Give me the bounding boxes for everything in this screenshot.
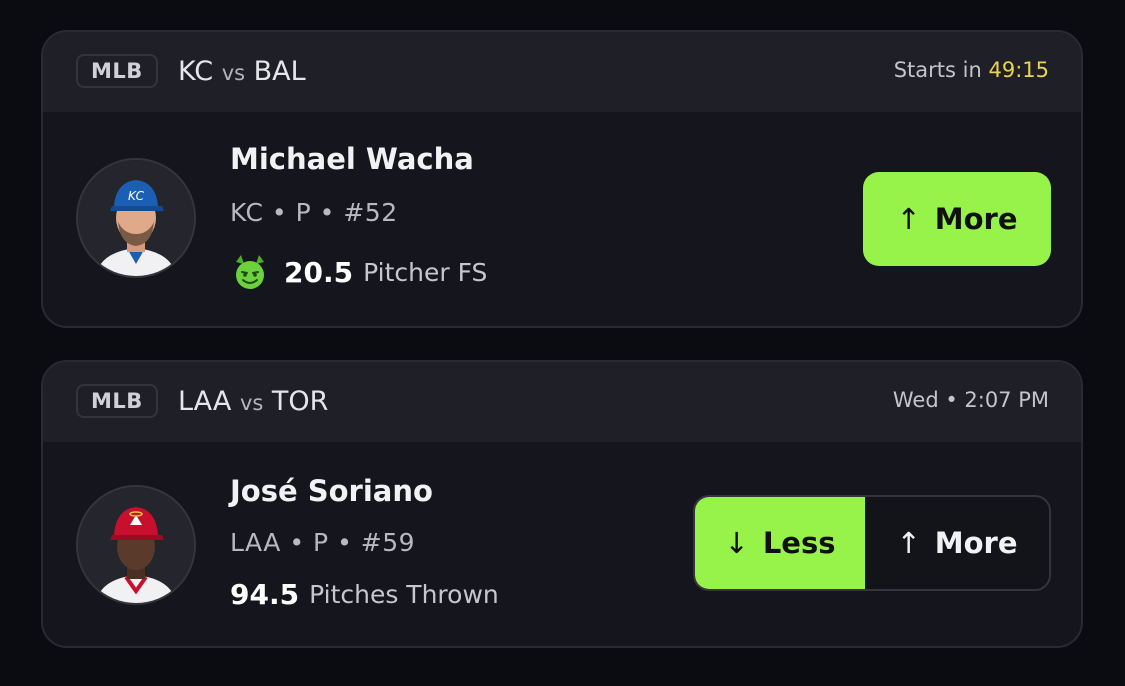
stat-value: 94.5 (230, 578, 300, 611)
stat-value: 20.5 (284, 255, 354, 289)
away-team: BAL (253, 56, 306, 87)
less-more-toggle: ↓ Less ↑ More (693, 495, 1051, 591)
arrow-up-icon: ↑ (896, 202, 921, 236)
player-avatar[interactable] (76, 485, 196, 605)
more-button-label: More (934, 526, 1018, 560)
projection-card-soriano: MLB LAA vs TOR Wed • 2:07 PM José Sorian… (41, 360, 1083, 648)
svg-text:KC: KC (128, 189, 145, 203)
player-meta: KC • P • #52 (230, 198, 398, 227)
more-button[interactable]: ↑ More (863, 172, 1051, 266)
projection-card-wacha: MLB KC vs BAL Starts in 49:15 KC Michael… (41, 30, 1083, 328)
player-name[interactable]: José Soriano (230, 474, 433, 508)
matchup: LAA vs TOR (178, 386, 328, 419)
home-team: KC (178, 56, 214, 87)
more-button[interactable]: ↑ More (865, 497, 1049, 589)
away-team: TOR (271, 386, 329, 417)
stat-line: 94.5 Pitches Thrown (230, 578, 499, 611)
player-avatar[interactable]: KC (76, 158, 196, 278)
arrow-down-icon: ↓ (724, 526, 749, 560)
matchup: KC vs BAL (178, 56, 306, 89)
countdown-timer: 49:15 (988, 58, 1049, 82)
starts-in-label: Starts in (893, 58, 982, 82)
arrow-up-icon: ↑ (896, 526, 921, 560)
player-name[interactable]: Michael Wacha (230, 142, 474, 176)
game-start-time: Starts in 49:15 (894, 58, 1049, 82)
less-button-label: Less (762, 526, 836, 560)
league-badge: MLB (76, 384, 158, 418)
stat-line: 20.5 Pitcher FS (230, 252, 487, 292)
more-button-label: More (934, 202, 1018, 236)
game-start-time: Wed • 2:07 PM (892, 388, 1049, 412)
league-badge: MLB (76, 54, 158, 88)
home-team: LAA (178, 386, 232, 417)
demon-icon (236, 255, 264, 289)
vs-label: vs (239, 391, 264, 415)
stat-label: Pitches Thrown (309, 580, 499, 609)
card-header: MLB KC vs BAL Starts in 49:15 (43, 32, 1081, 112)
stat-label: Pitcher FS (363, 257, 488, 287)
vs-label: vs (221, 61, 246, 85)
card-header: MLB LAA vs TOR Wed • 2:07 PM (43, 362, 1081, 442)
player-meta: LAA • P • #59 (230, 528, 416, 557)
less-button[interactable]: ↓ Less (695, 497, 865, 589)
